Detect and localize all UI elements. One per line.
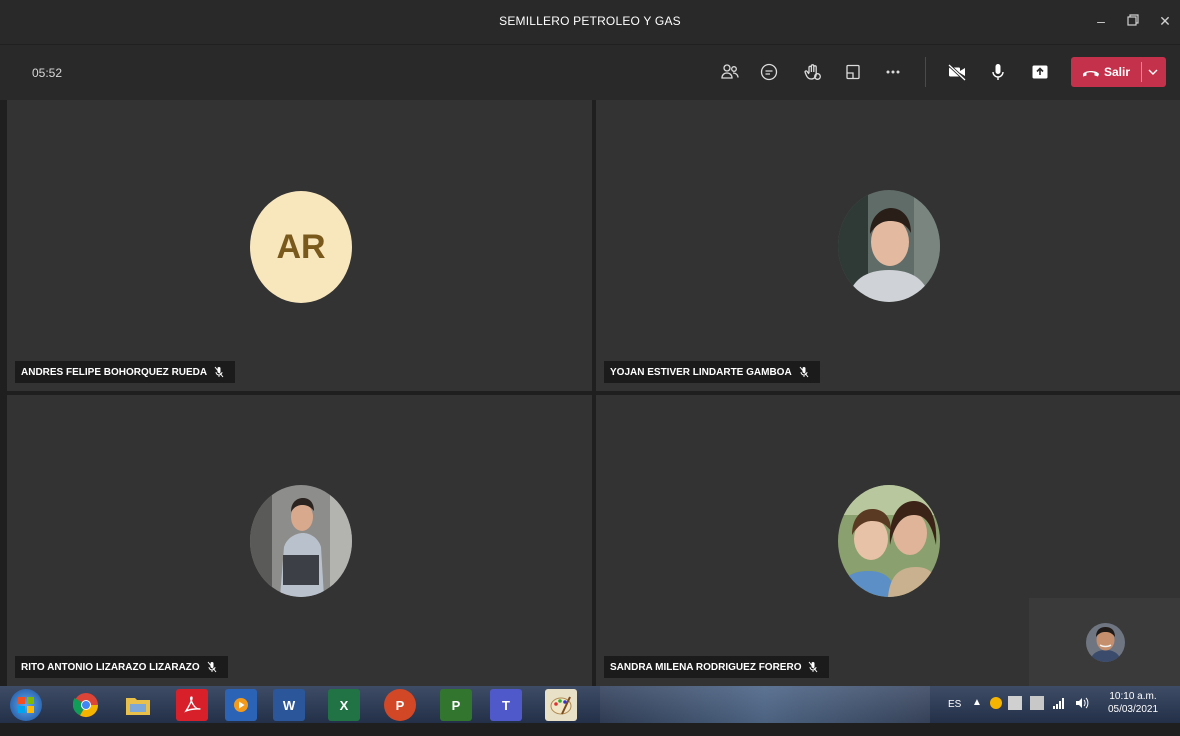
participant-name: ANDRES FELIPE BOHORQUEZ RUEDA xyxy=(21,366,208,378)
clock[interactable]: 10:10 a.m. 05/03/2021 xyxy=(1102,690,1164,727)
excel-icon[interactable]: X xyxy=(328,689,360,721)
mic-off-icon xyxy=(214,366,224,378)
language-indicator[interactable]: ES xyxy=(948,699,961,736)
acrobat-icon[interactable] xyxy=(176,689,208,721)
participant-name: RITO ANTONIO LIZARAZO LIZARAZO xyxy=(21,661,200,673)
leave-divider xyxy=(1141,62,1142,82)
participant-tile[interactable]: RITO ANTONIO LIZARAZO LIZARAZO xyxy=(7,395,592,686)
powerpoint-icon[interactable]: P xyxy=(384,689,416,721)
mic-off-icon xyxy=(809,661,818,673)
window-title-bar: SEMILLERO PETROLEO Y GAS – ✕ xyxy=(0,0,1180,44)
self-view[interactable] xyxy=(1029,598,1180,686)
self-avatar xyxy=(1086,623,1125,662)
chat-icon[interactable] xyxy=(756,59,782,85)
participant-name: SANDRA MILENA RODRIGUEZ FORERO xyxy=(610,661,802,673)
paint-icon[interactable] xyxy=(545,689,577,721)
leave-label: Salir xyxy=(1104,65,1131,79)
start-button[interactable] xyxy=(10,689,42,721)
participant-name-tag: SANDRA MILENA RODRIGUEZ FORERO xyxy=(604,656,830,678)
close-icon[interactable]: ✕ xyxy=(1154,10,1176,32)
windows-logo-icon xyxy=(18,697,34,713)
avatar-photo xyxy=(838,190,940,302)
network-signal-icon[interactable] xyxy=(1052,697,1066,734)
hang-up-icon xyxy=(1083,71,1099,77)
action-center-icon[interactable] xyxy=(1008,696,1022,710)
raise-hand-icon[interactable] xyxy=(800,59,826,85)
camera-off-icon[interactable] xyxy=(944,59,970,85)
participant-tile[interactable]: YOJAN ESTIVER LINDARTE GAMBOA xyxy=(596,100,1180,391)
avatar: AR xyxy=(250,191,352,303)
participant-name-tag: YOJAN ESTIVER LINDARTE GAMBOA xyxy=(604,361,820,383)
minimize-icon[interactable]: – xyxy=(1090,10,1112,32)
update-icon[interactable] xyxy=(990,697,1002,709)
chevron-down-icon[interactable] xyxy=(1147,67,1159,77)
share-screen-icon[interactable] xyxy=(1027,59,1053,85)
participant-name: YOJAN ESTIVER LINDARTE GAMBOA xyxy=(610,366,792,378)
clock-time: 10:10 a.m. xyxy=(1109,691,1157,702)
avatar-photo xyxy=(838,485,940,597)
meeting-timer: 05:52 xyxy=(32,66,63,80)
power-icon[interactable] xyxy=(1030,696,1044,710)
participant-tile[interactable]: AR ANDRES FELIPE BOHORQUEZ RUEDA xyxy=(7,100,592,391)
meeting-toolbar: 05:52 Salir xyxy=(0,44,1180,101)
word-icon[interactable]: W xyxy=(273,689,305,721)
volume-icon[interactable] xyxy=(1075,697,1089,734)
file-explorer-icon[interactable] xyxy=(122,689,154,721)
clock-date: 05/03/2021 xyxy=(1107,704,1159,715)
window-title: SEMILLERO PETROLEO Y GAS xyxy=(499,14,681,28)
media-player-icon[interactable] xyxy=(225,689,257,721)
mic-off-icon xyxy=(799,366,809,378)
participant-name-tag: RITO ANTONIO LIZARAZO LIZARAZO xyxy=(15,656,228,678)
avatar-initials: AR xyxy=(276,227,326,266)
participants-icon[interactable] xyxy=(717,59,743,85)
leave-button[interactable]: Salir xyxy=(1071,57,1166,87)
taskbar-background-art xyxy=(600,686,930,723)
restore-icon[interactable] xyxy=(1122,10,1144,32)
participant-name-tag: ANDRES FELIPE BOHORQUEZ RUEDA xyxy=(15,361,236,383)
avatar-photo xyxy=(250,485,352,597)
project-icon[interactable]: P xyxy=(440,689,472,721)
chrome-icon[interactable] xyxy=(70,689,102,721)
video-grid: AR ANDRES FELIPE BOHORQUEZ RUEDA YOJAN E… xyxy=(0,100,1180,686)
os-taskbar: W X P P T ES ▲ 10:10 a.m. 05/03/2021 xyxy=(0,686,1180,723)
teams-icon[interactable]: T xyxy=(490,689,522,721)
toolbar-divider xyxy=(925,57,926,87)
mic-off-icon xyxy=(207,661,217,673)
more-options-icon[interactable] xyxy=(880,59,906,85)
breakout-rooms-icon[interactable] xyxy=(840,59,866,85)
microphone-icon[interactable] xyxy=(985,59,1011,85)
show-hidden-icons-icon[interactable]: ▲ xyxy=(972,697,982,734)
